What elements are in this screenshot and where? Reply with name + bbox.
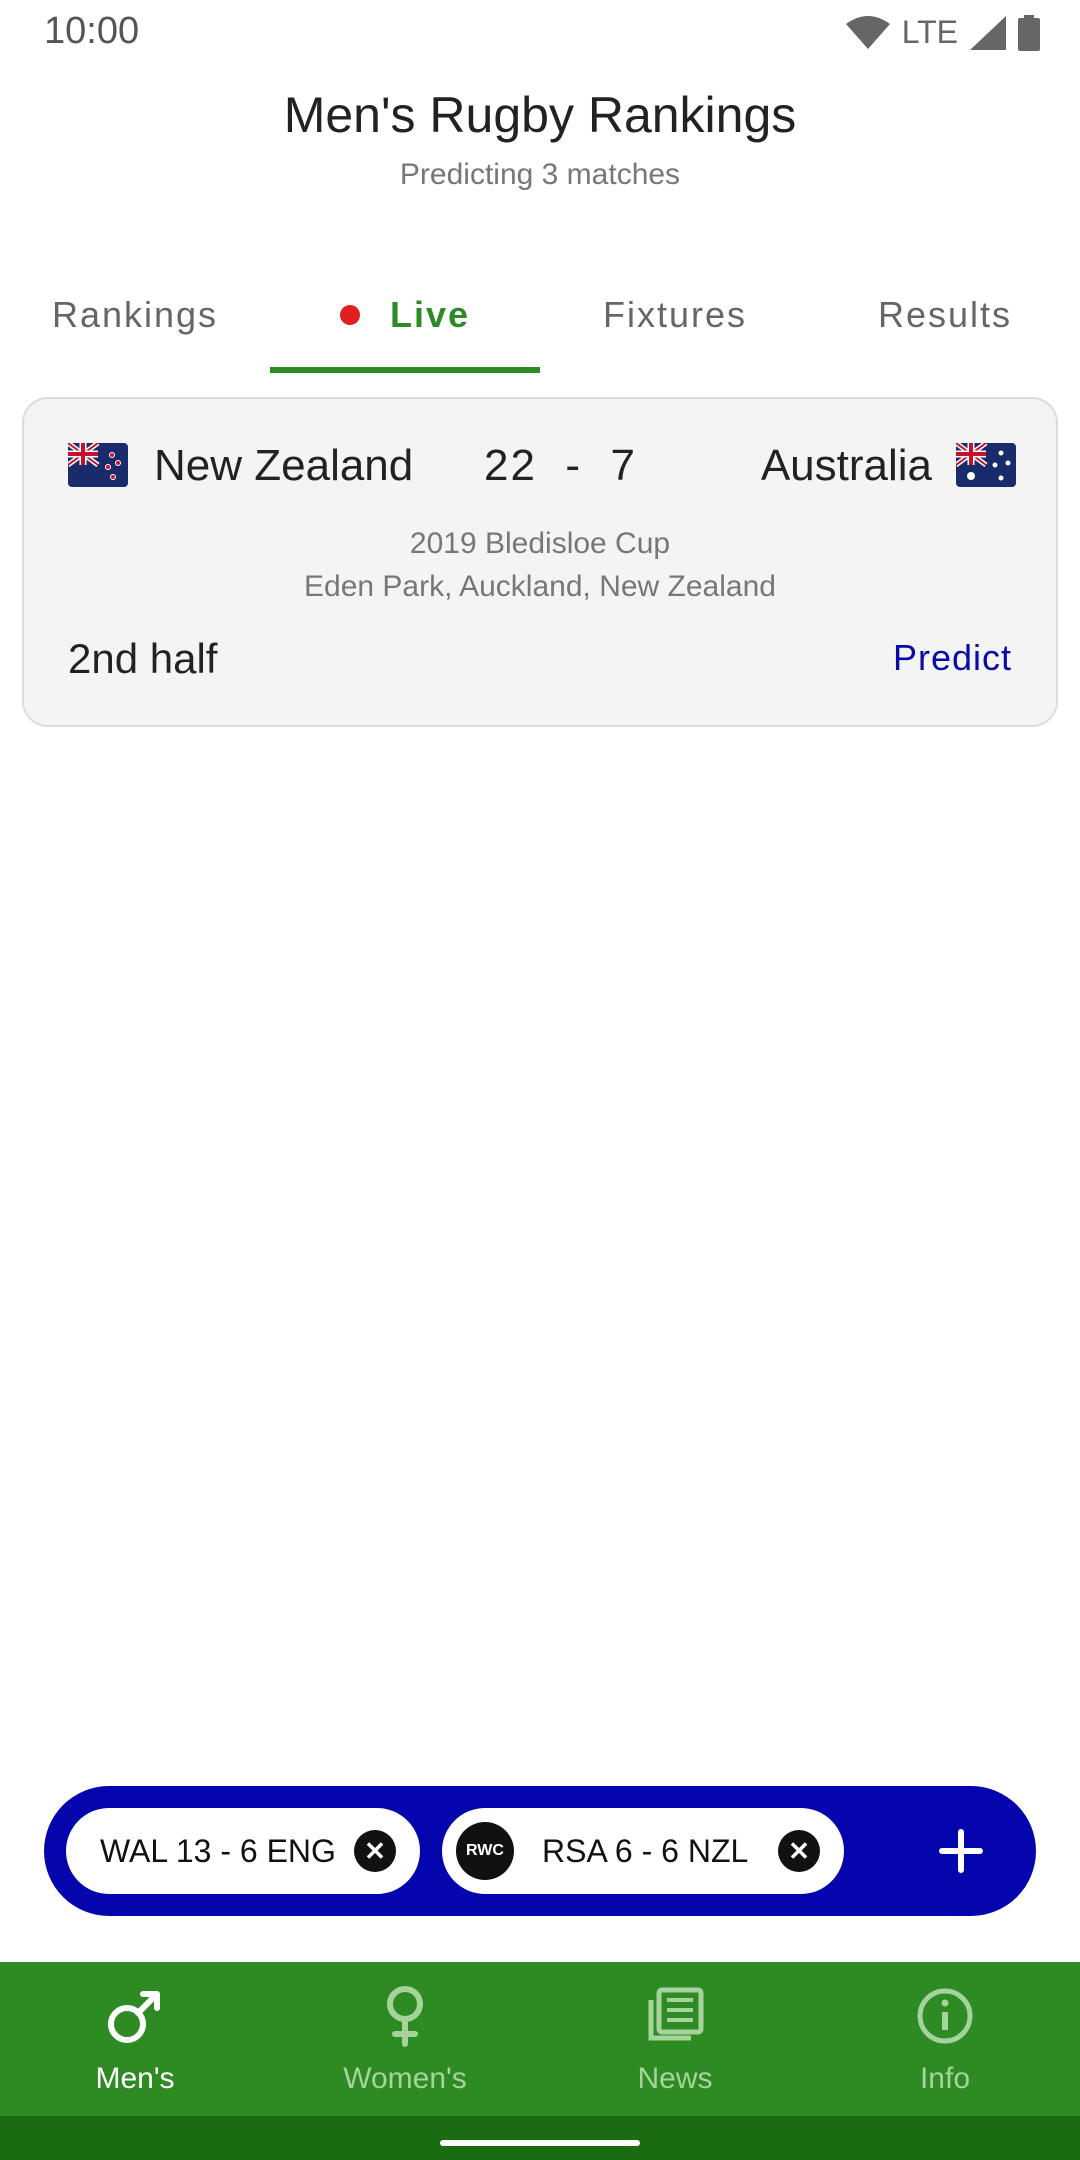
status-icons: LTE — [845, 14, 1040, 51]
tab-indicator — [270, 367, 540, 373]
male-icon — [108, 1991, 160, 2043]
female-icon — [387, 1986, 423, 2047]
home-gesture-handle[interactable] — [440, 2140, 640, 2146]
live-match-card[interactable]: New Zealand 22 - 7 Australia 2019 Bledis… — [22, 397, 1058, 727]
prediction-ticker: WAL 13 - 6 ENG ✕ RWC RSA 6 - 6 NZL ✕ — [44, 1786, 1036, 1916]
predict-button[interactable]: Predict — [893, 637, 1012, 679]
chip-label: RSA 6 - 6 NZL — [542, 1832, 749, 1869]
page-title: Men's Rugby Rankings — [283, 87, 797, 143]
team-row: New Zealand 22 - 7 Australia — [68, 439, 1016, 499]
tab-label: Fixtures — [602, 294, 748, 335]
new-zealand-flag-icon — [68, 443, 128, 487]
match-score: 22 - 7 — [484, 441, 637, 490]
tab-label: Live — [389, 294, 471, 335]
tab-label: Results — [877, 294, 1013, 335]
ticker-chip[interactable]: RWC RSA 6 - 6 NZL ✕ — [442, 1808, 844, 1894]
nav-label: News — [637, 2062, 713, 2095]
match-competition: 2019 Bledisloe Cup — [409, 527, 671, 560]
tab-results[interactable]: Results — [810, 255, 1080, 375]
add-match-button[interactable] — [926, 1816, 996, 1886]
tab-live[interactable]: Live — [270, 255, 540, 375]
battery-icon — [1018, 14, 1040, 51]
page-subtitle: Predicting 3 matches — [399, 158, 681, 191]
app-header: Men's Rugby Rankings Predicting 3 matche… — [0, 86, 1080, 192]
nav-label: Men's — [95, 2062, 175, 2095]
nav-label: Info — [919, 2062, 971, 2095]
nav-label: Women's — [343, 2062, 467, 2095]
nav-item-info[interactable]: Info — [810, 1962, 1080, 2116]
nav-item-womens[interactable]: Women's — [270, 1962, 540, 2116]
info-icon — [917, 1988, 973, 2044]
status-bar: 10:00 LTE — [0, 0, 1080, 64]
tab-label: Rankings — [51, 294, 219, 335]
match-venue: Eden Park, Auckland, New Zealand — [304, 570, 776, 603]
cellular-signal-icon — [970, 15, 1006, 50]
close-icon[interactable]: ✕ — [778, 1830, 820, 1872]
tab-fixtures[interactable]: Fixtures — [540, 255, 810, 375]
tab-rankings[interactable]: Rankings — [0, 255, 270, 375]
plus-icon — [939, 1829, 983, 1873]
nav-item-news[interactable]: News — [540, 1962, 810, 2116]
tab-bar: Rankings Live Fixtures Results — [0, 255, 1080, 375]
home-team-name: New Zealand — [154, 441, 414, 490]
ticker-chip[interactable]: WAL 13 - 6 ENG ✕ — [66, 1808, 420, 1894]
network-type: LTE — [901, 14, 958, 50]
status-time: 10:00 — [44, 10, 140, 52]
system-gesture-bar — [0, 2116, 1080, 2160]
away-team-name: Australia — [760, 441, 932, 490]
chip-label: WAL 13 - 6 ENG — [100, 1832, 336, 1869]
match-status: 2nd half — [68, 635, 218, 682]
wifi-icon — [845, 15, 890, 49]
bottom-navigation: Men's Women's News Info — [0, 1962, 1080, 2116]
close-icon[interactable]: ✕ — [354, 1830, 396, 1872]
news-icon — [648, 1987, 704, 2041]
rwc-logo-icon: RWC — [456, 1822, 514, 1880]
live-dot-icon — [339, 305, 360, 325]
nav-item-mens[interactable]: Men's — [0, 1962, 270, 2116]
australia-flag-icon — [956, 443, 1016, 487]
